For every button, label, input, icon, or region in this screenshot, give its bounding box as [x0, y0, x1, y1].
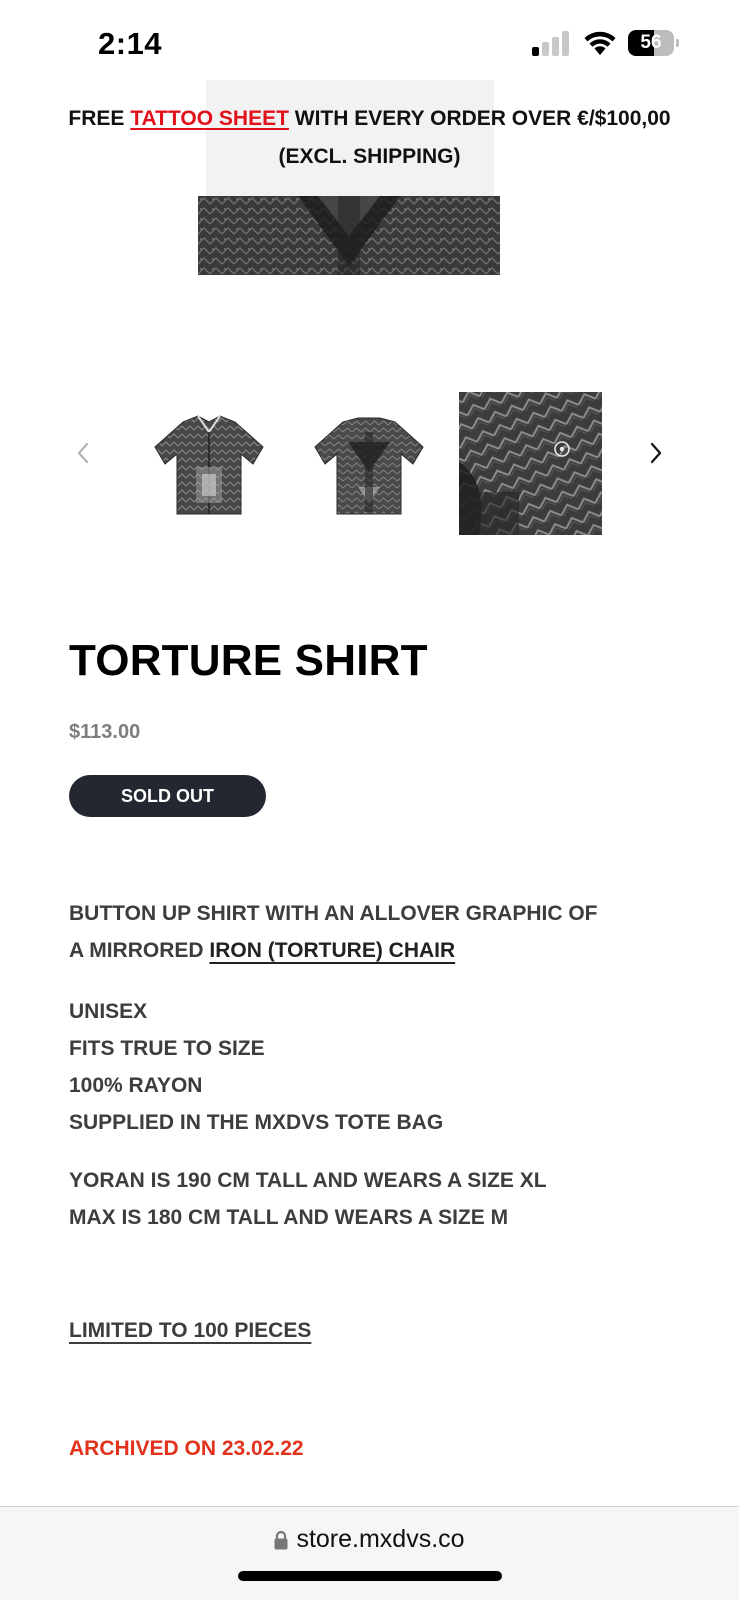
announcement-banner: FREE TATTOO SHEET WITH EVERY ORDER OVER …	[20, 100, 719, 176]
status-bar: 2:14 56	[0, 0, 739, 80]
sizing-item: MAX IS 180 CM TALL AND WEARS A SIZE M	[69, 1206, 509, 1229]
wifi-icon	[584, 31, 616, 55]
browser-url-bar[interactable]: store.mxdvs.co	[0, 1506, 739, 1600]
detail-item: FITS TRUE TO SIZE	[69, 1037, 265, 1060]
status-time: 2:14	[98, 26, 163, 61]
product-page: 2:14 56 FREE TATTOO SHEET WITH EVERY ORD…	[0, 0, 739, 1600]
lock-icon	[274, 1531, 288, 1550]
home-indicator[interactable]	[238, 1571, 502, 1581]
description-sizing: YORAN IS 190 CM TALL AND WEARS A SIZE XL…	[69, 1162, 709, 1236]
battery-icon: 56	[628, 30, 679, 56]
sizing-item: YORAN IS 190 CM TALL AND WEARS A SIZE XL	[69, 1169, 547, 1192]
chevron-right-icon	[650, 442, 662, 464]
iron-chair-link[interactable]: IRON (TORTURE) CHAIR	[209, 939, 455, 962]
product-price: $113.00	[69, 721, 141, 743]
description-line2-prefix: A MIRRORED	[69, 939, 210, 962]
cellular-signal-icon	[532, 30, 572, 56]
url-text: store.mxdvs.co	[296, 1525, 465, 1553]
detail-item: UNISEX	[69, 1000, 148, 1023]
thumbnail-shirt-front[interactable]	[138, 392, 280, 534]
limited-edition-link[interactable]: LIMITED TO 100 PIECES	[69, 1319, 311, 1343]
announcement-line2: (EXCL. SHIPPING)	[278, 145, 461, 168]
archived-notice: ARCHIVED ON 23.02.22	[69, 1437, 304, 1460]
battery-level: 56	[640, 32, 662, 53]
thumbnail-fabric-detail[interactable]	[459, 392, 602, 535]
tattoo-sheet-link[interactable]: TATTOO SHEET	[130, 107, 289, 130]
chevron-left-icon	[77, 442, 89, 464]
detail-item: 100% RAYON	[69, 1074, 203, 1097]
description-details: UNISEX FITS TRUE TO SIZE 100% RAYON SUPP…	[69, 993, 709, 1141]
thumbnail-shirt-back[interactable]	[298, 392, 440, 534]
carousel-prev-button[interactable]	[65, 435, 101, 471]
description-line1: BUTTON UP SHIRT WITH AN ALLOVER GRAPHIC …	[69, 902, 598, 925]
carousel-next-button[interactable]	[638, 435, 674, 471]
description-intro: BUTTON UP SHIRT WITH AN ALLOVER GRAPHIC …	[69, 895, 709, 969]
thumbnail-carousel	[0, 380, 739, 540]
product-title: TORTURE SHIRT	[69, 636, 428, 685]
detail-item: SUPPLIED IN THE MXDVS TOTE BAG	[69, 1111, 444, 1134]
announcement-suffix: WITH EVERY ORDER OVER €/$100,00	[288, 107, 671, 130]
announcement-prefix: FREE	[68, 107, 131, 130]
sold-out-button[interactable]: SOLD OUT	[69, 775, 266, 817]
